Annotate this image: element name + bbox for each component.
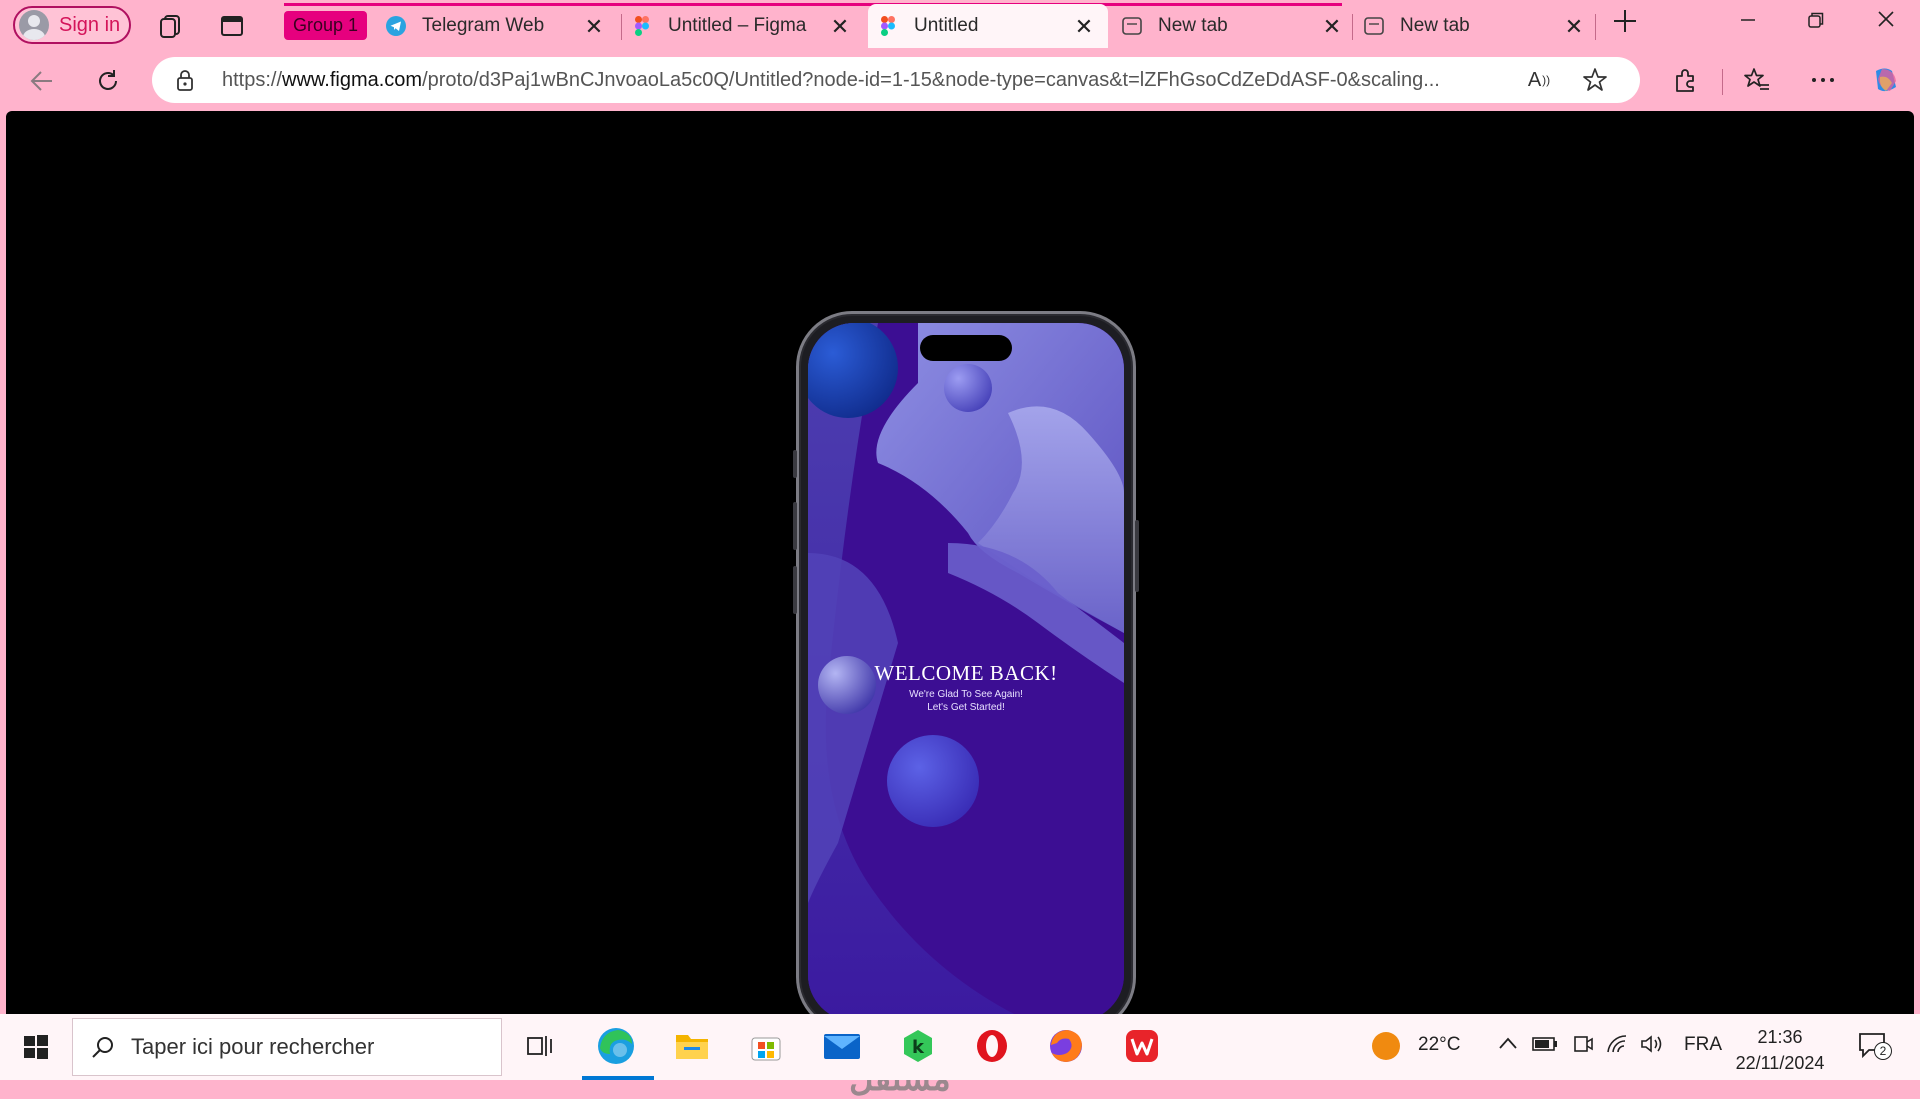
dynamic-island — [920, 335, 1012, 361]
url-prefix: https:// — [222, 69, 283, 91]
language-indicator[interactable]: FRA — [1684, 1034, 1722, 1056]
minimize-button[interactable] — [1728, 8, 1768, 34]
close-icon[interactable]: ✕ — [582, 14, 606, 40]
address-row: https://www.figma.com/proto/d3Paj1wBnCJn… — [0, 51, 1920, 111]
prototype-screen[interactable]: WELCOME BACK! We're Glad To See Again! L… — [808, 323, 1124, 1021]
tab-divider — [1595, 14, 1596, 40]
tab-label: New tab — [1400, 15, 1470, 36]
tab-group-label[interactable]: Group 1 — [284, 11, 368, 40]
url-path: /proto/d3Paj1wBnCJnvoaoLa5c0Q/Untitled?n… — [422, 69, 1440, 91]
welcome-subtitle-line2: Let's Get Started! — [927, 702, 1005, 713]
weather-temperature[interactable]: 22°C — [1418, 1034, 1460, 1056]
tab-label: Telegram Web — [422, 15, 545, 36]
phone-button — [793, 450, 797, 478]
tab-label: New tab — [1158, 15, 1228, 36]
firefox-icon[interactable] — [1044, 1024, 1088, 1068]
welcome-subtitle-line1: We're Glad To See Again! — [909, 689, 1023, 700]
phone-button — [793, 502, 797, 550]
sign-in-button[interactable]: Sign in — [13, 6, 131, 44]
search-placeholder: Taper ici pour rechercher — [131, 1034, 375, 1059]
chevron-up-icon[interactable] — [1498, 1034, 1518, 1056]
svg-text:k: k — [912, 1037, 925, 1058]
prototype-viewport[interactable]: WELCOME BACK! We're Glad To See Again! L… — [6, 111, 1914, 1098]
avatar — [19, 10, 49, 40]
battery-icon[interactable] — [1532, 1036, 1558, 1058]
edge-icon[interactable] — [594, 1024, 638, 1068]
workspaces-icon[interactable] — [156, 12, 184, 40]
phone-button — [1135, 520, 1139, 592]
url-text[interactable]: https://www.figma.com/proto/d3Paj1wBnCJn… — [222, 69, 1502, 92]
lock-icon[interactable] — [176, 69, 194, 96]
tab-label: Untitled – Figma — [668, 15, 807, 36]
newtab-icon — [1122, 16, 1142, 36]
tab-telegram[interactable]: Telegram Web ✕ — [386, 4, 618, 48]
copilot-icon[interactable] — [1870, 65, 1900, 95]
new-tab-button[interactable] — [1612, 8, 1638, 42]
file-explorer-icon[interactable] — [670, 1024, 714, 1068]
kaspersky-icon[interactable]: k — [896, 1024, 940, 1068]
task-view-icon[interactable] — [518, 1024, 562, 1068]
taskbar-search[interactable]: Taper ici pour rechercher — [72, 1018, 502, 1076]
vertical-tabs-icon[interactable] — [218, 12, 246, 40]
read-aloud-label: A — [1527, 68, 1542, 91]
newtab-icon — [1364, 16, 1384, 36]
taskbar: Taper ici pour rechercher k 22°C FRA 21:… — [0, 1014, 1920, 1080]
tab-divider — [1352, 14, 1353, 40]
address-bar[interactable]: https://www.figma.com/proto/d3Paj1wBnCJn… — [152, 57, 1640, 103]
toolbar-divider — [1722, 69, 1723, 95]
close-icon[interactable]: ✕ — [1320, 14, 1344, 40]
phone-frame: WELCOME BACK! We're Glad To See Again! L… — [793, 311, 1139, 1033]
tab-label: Untitled — [914, 15, 979, 36]
back-button[interactable] — [26, 65, 58, 97]
weather-icon[interactable] — [1364, 1024, 1408, 1068]
search-icon — [91, 1035, 115, 1064]
figma-icon — [878, 16, 898, 36]
more-options-icon[interactable] — [1808, 65, 1838, 95]
volume-icon[interactable] — [1640, 1034, 1664, 1060]
clock-time: 21:36 — [1757, 1027, 1803, 1047]
extensions-icon[interactable] — [1670, 65, 1700, 95]
mail-icon[interactable] — [820, 1024, 864, 1068]
tab-untitled-active[interactable]: Untitled ✕ — [868, 4, 1108, 48]
favorite-star-icon[interactable] — [1580, 65, 1610, 95]
sign-in-label: Sign in — [59, 13, 121, 36]
active-app-indicator — [582, 1076, 654, 1080]
close-icon[interactable]: ✕ — [1562, 14, 1586, 40]
tab-new-2[interactable]: New tab ✕ — [1364, 4, 1598, 48]
figma-icon — [632, 16, 652, 36]
tab-new-1[interactable]: New tab ✕ — [1122, 4, 1356, 48]
tab-untitled-figma[interactable]: Untitled – Figma ✕ — [632, 4, 864, 48]
refresh-button[interactable] — [92, 65, 124, 97]
tab-divider — [621, 14, 622, 40]
restore-button[interactable] — [1796, 8, 1836, 34]
meet-now-icon[interactable] — [1572, 1034, 1594, 1060]
url-host: www.figma.com — [282, 69, 423, 91]
wps-office-icon[interactable] — [1120, 1024, 1164, 1068]
tab-bar: Sign in Group 1 Telegram Web ✕ Untitled … — [0, 0, 1920, 51]
telegram-icon — [386, 16, 406, 36]
clock[interactable]: 21:36 22/11/2024 — [1730, 1024, 1830, 1076]
opera-icon[interactable] — [970, 1024, 1014, 1068]
wifi-icon[interactable] — [1606, 1034, 1630, 1060]
close-window-button[interactable] — [1866, 8, 1906, 34]
notifications-icon[interactable]: 2 — [1852, 1024, 1896, 1068]
read-aloud-icon[interactable]: A)) — [1524, 65, 1554, 95]
windows-start-icon[interactable] — [14, 1025, 58, 1069]
welcome-title: WELCOME BACK! — [874, 661, 1058, 685]
close-icon[interactable]: ✕ — [1072, 14, 1096, 40]
phone-button — [793, 566, 797, 614]
favorites-icon[interactable] — [1742, 65, 1772, 95]
close-icon[interactable]: ✕ — [828, 14, 852, 40]
microsoft-store-icon[interactable] — [744, 1024, 788, 1068]
clock-date: 22/11/2024 — [1735, 1053, 1825, 1073]
notification-badge: 2 — [1874, 1042, 1892, 1060]
